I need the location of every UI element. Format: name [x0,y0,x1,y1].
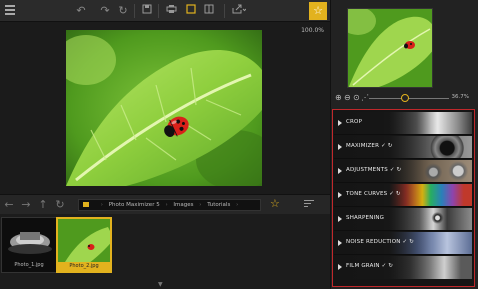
zoom-actual-icon[interactable]: ⋰ [361,93,369,102]
thumbnail-label: Photo_1.jpg [14,262,44,268]
breadcrumb-item[interactable]: Images [173,202,193,208]
star-icon[interactable]: ☆ [309,2,327,20]
refresh-icon[interactable]: ↻ [54,198,66,211]
zoom-level: 100.0% [301,27,324,34]
print-icon[interactable] [164,4,178,18]
zoom-out-icon[interactable]: ⊖ [344,93,351,102]
redo-all-icon[interactable]: ↻ [116,4,130,18]
filter-crop[interactable]: CROP [334,112,472,135]
image-canvas[interactable]: 100.0% [0,22,330,194]
sort-icon[interactable] [304,200,314,209]
save-icon[interactable] [140,4,154,18]
undo-icon[interactable]: ↶ [74,4,88,18]
split-view-icon[interactable] [202,4,216,18]
right-panel: ⊕ ⊖ ⊙ ⋰ 36.7% CROP MAXIMIZER ✓ ↻ ADJUSTM… [330,0,478,289]
zoom-percent: 36.7% [451,94,469,100]
thumbnail-label: Photo_2.jpg [56,262,112,271]
zoom-in-icon[interactable]: ⊕ [335,93,342,102]
collapse-arrow-icon[interactable]: ▼ [158,281,163,288]
breadcrumb-item[interactable]: Tutorials [207,202,230,208]
breadcrumb[interactable]: › Photo Maximizer 5 › Images › Tutorials… [78,199,261,211]
back-arrow-icon[interactable]: ← [3,198,15,211]
zoom-slider-knob[interactable] [401,94,409,102]
filter-sharpening[interactable]: SHARPENING [334,208,472,231]
filter-tone-curves[interactable]: TONE CURVES ✓ ↻ [334,184,472,207]
redo-icon[interactable]: ↷ [98,4,112,18]
filter-noise-reduction[interactable]: NOISE REDUCTION ✓ ↻ [334,232,472,255]
filter-film-grain[interactable]: FILM GRAIN ✓ ↻ [334,256,472,279]
filmstrip: Photo_1.jpg Photo_2.jpg ▼ [0,214,330,289]
filter-adjustments[interactable]: ADJUSTMENTS ✓ ↻ [334,160,472,183]
filter-maximizer[interactable]: MAXIMIZER ✓ ↻ [334,136,472,159]
favorites-star-icon[interactable]: ☆ [270,197,280,210]
forward-arrow-icon[interactable]: → [20,198,32,211]
main-photo[interactable] [66,30,262,186]
zoom-slider[interactable] [369,98,449,99]
single-view-icon[interactable] [184,4,198,18]
navigator-preview[interactable] [347,8,433,88]
browser-navbar: ← → ↑ ↻ › Photo Maximizer 5 › Images › T… [0,194,330,214]
breadcrumb-item[interactable]: Photo Maximizer 5 [109,202,160,208]
export-icon[interactable] [232,4,247,18]
zoom-controls: ⊕ ⊖ ⊙ ⋰ 36.7% [331,92,478,104]
up-arrow-icon[interactable]: ↑ [37,198,49,211]
filter-list: CROP MAXIMIZER ✓ ↻ ADJUSTMENTS ✓ ↻ TONE … [332,109,475,287]
toolbar: ↶ ↷ ↻ ☆ [0,0,330,22]
zoom-fit-icon[interactable]: ⊙ [353,93,360,102]
hamburger-icon[interactable] [5,5,15,15]
folder-icon [83,202,89,207]
